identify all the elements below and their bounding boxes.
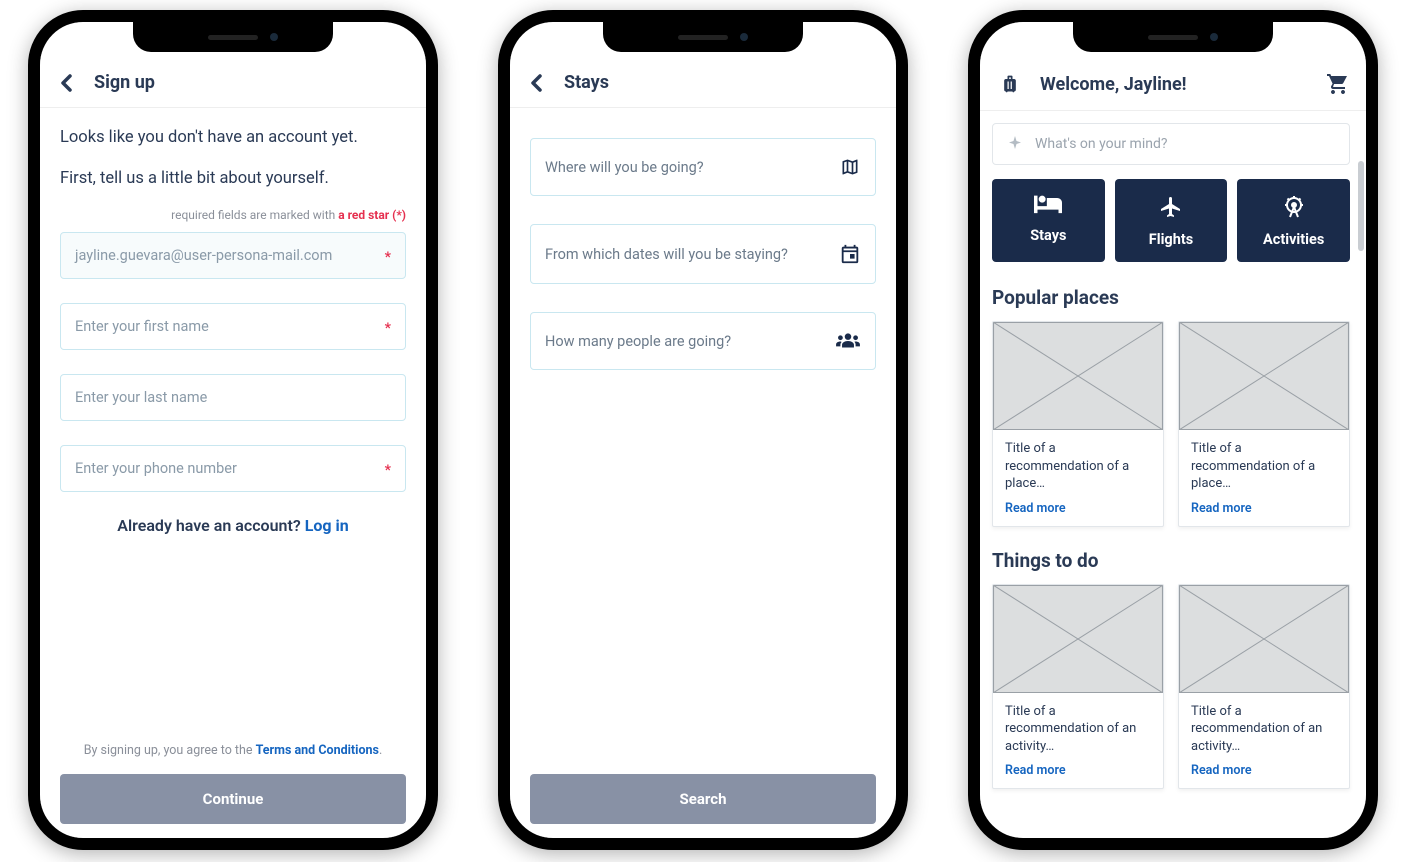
required-asterisk: * <box>385 462 391 478</box>
email-value: jayline.guevara@user-persona-mail.com <box>75 247 332 264</box>
category-label: Flights <box>1149 231 1193 248</box>
phone-notch <box>603 22 803 52</box>
placeholder-image <box>993 322 1163 430</box>
screen-home: Welcome, Jayline! What's on your mind? <box>980 22 1366 838</box>
sparkle-icon <box>1007 136 1023 152</box>
header: Stays <box>510 54 896 108</box>
last-name-placeholder: Enter your last name <box>75 389 207 406</box>
search-button[interactable]: Search <box>530 774 876 824</box>
terms-prefix: By signing up, you agree to the <box>84 743 256 758</box>
destination-placeholder: Where will you be going? <box>545 159 704 176</box>
destination-field[interactable]: Where will you be going? <box>530 138 876 196</box>
page-title: Sign up <box>94 72 155 93</box>
dates-placeholder: From which dates will you be staying? <box>545 246 788 263</box>
people-icon <box>835 331 861 351</box>
phone-notch <box>133 22 333 52</box>
page-title: Stays <box>564 72 609 93</box>
login-link[interactable]: Log in <box>305 516 349 535</box>
cart-icon[interactable] <box>1326 72 1350 96</box>
activity-card[interactable]: Title of a recommendation of an activity… <box>1178 584 1350 790</box>
phone-field[interactable]: Enter your phone number * <box>60 445 406 492</box>
category-row: Stays Flights Activities <box>992 179 1350 262</box>
stays-content: Where will you be going? From which date… <box>510 108 896 838</box>
read-more-link[interactable]: Read more <box>1005 501 1066 516</box>
calendar-icon <box>839 243 861 265</box>
header: Sign up <box>40 54 426 108</box>
guests-placeholder: How many people are going? <box>545 333 731 350</box>
things-row: Title of a recommendation of an activity… <box>992 584 1350 790</box>
terms-suffix: . <box>379 743 382 758</box>
required-asterisk: * <box>385 249 391 265</box>
back-icon[interactable] <box>60 74 74 92</box>
card-title: Title of a recommendation of an activity… <box>1005 703 1151 756</box>
first-name-placeholder: Enter your first name <box>75 318 209 335</box>
email-field[interactable]: jayline.guevara@user-persona-mail.com * <box>60 232 406 279</box>
required-note-red: a red star (*) <box>338 208 406 222</box>
card-title: Title of a recommendation of an activity… <box>1191 703 1337 756</box>
intro-line-1: Looks like you don't have an account yet… <box>60 126 406 149</box>
dates-field[interactable]: From which dates will you be staying? <box>530 224 876 284</box>
read-more-link[interactable]: Read more <box>1191 501 1252 516</box>
map-icon <box>839 157 861 177</box>
terms-line: By signing up, you agree to the Terms an… <box>60 743 406 758</box>
scrollbar[interactable] <box>1358 161 1364 251</box>
required-note-prefix: required fields are marked with <box>171 208 338 222</box>
category-activities[interactable]: Activities <box>1237 179 1350 262</box>
required-note: required fields are marked with a red st… <box>60 208 406 222</box>
plane-icon <box>1159 195 1183 219</box>
category-stays[interactable]: Stays <box>992 179 1105 262</box>
place-card[interactable]: Title of a recommendation of a place… Re… <box>1178 321 1350 527</box>
last-name-field[interactable]: Enter your last name <box>60 374 406 421</box>
back-icon[interactable] <box>530 74 544 92</box>
category-label: Activities <box>1263 231 1324 248</box>
section-things-title: Things to do <box>992 549 1350 572</box>
phone-frame-signup: Sign up Looks like you don't have an acc… <box>28 10 438 850</box>
bed-icon <box>1034 195 1062 215</box>
continue-button[interactable]: Continue <box>60 774 406 824</box>
placeholder-image <box>1179 585 1349 693</box>
phone-notch <box>1073 22 1273 52</box>
luggage-icon[interactable] <box>1000 73 1020 95</box>
guests-field[interactable]: How many people are going? <box>530 312 876 370</box>
place-card[interactable]: Title of a recommendation of a place… Re… <box>992 321 1164 527</box>
home-content: What's on your mind? Stays Flights <box>980 111 1366 838</box>
category-label: Stays <box>1030 227 1066 244</box>
card-title: Title of a recommendation of a place… <box>1005 440 1151 493</box>
category-flights[interactable]: Flights <box>1115 179 1228 262</box>
terms-link[interactable]: Terms and Conditions <box>256 743 379 758</box>
read-more-link[interactable]: Read more <box>1191 763 1252 778</box>
phone-frame-stays: Stays Where will you be going? From whic… <box>498 10 908 850</box>
card-title: Title of a recommendation of a place… <box>1191 440 1337 493</box>
screen-signup: Sign up Looks like you don't have an acc… <box>40 22 426 838</box>
welcome-title: Welcome, Jayline! <box>1040 74 1187 95</box>
first-name-field[interactable]: Enter your first name * <box>60 303 406 350</box>
search-input[interactable]: What's on your mind? <box>992 123 1350 165</box>
placeholder-image <box>1179 322 1349 430</box>
search-placeholder: What's on your mind? <box>1035 136 1167 152</box>
read-more-link[interactable]: Read more <box>1005 763 1066 778</box>
signup-content: Looks like you don't have an account yet… <box>40 108 426 838</box>
activity-card[interactable]: Title of a recommendation of an activity… <box>992 584 1164 790</box>
required-asterisk: * <box>385 320 391 336</box>
already-text: Already have an account? <box>117 516 304 535</box>
intro-line-2: First, tell us a little bit about yourse… <box>60 167 406 190</box>
login-line: Already have an account? Log in <box>60 516 406 535</box>
phone-frame-home: Welcome, Jayline! What's on your mind? <box>968 10 1378 850</box>
popular-row: Title of a recommendation of a place… Re… <box>992 321 1350 527</box>
section-popular-title: Popular places <box>992 286 1350 309</box>
phone-placeholder: Enter your phone number <box>75 460 237 477</box>
screen-stays: Stays Where will you be going? From whic… <box>510 22 896 838</box>
header: Welcome, Jayline! <box>980 54 1366 111</box>
placeholder-image <box>993 585 1163 693</box>
ferris-wheel-icon <box>1282 195 1306 219</box>
